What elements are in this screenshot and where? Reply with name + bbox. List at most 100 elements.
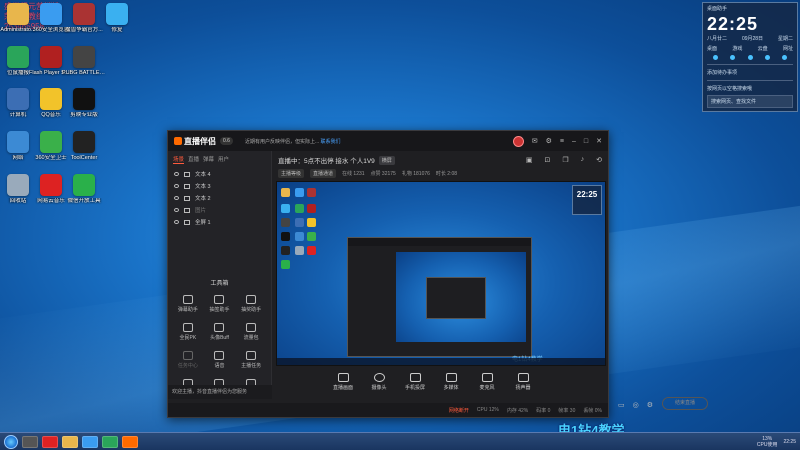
tool-item[interactable]: 全民PK — [172, 323, 204, 341]
taskbar-app-icon[interactable] — [62, 435, 78, 448]
widget-date-row: 八月廿二 09月28日 星期二 — [703, 35, 797, 42]
stat-gifts: 礼物 181076 — [401, 171, 430, 177]
logo-icon — [174, 137, 182, 145]
eye-icon[interactable] — [174, 172, 179, 176]
source-item[interactable]: 全屏 1 — [168, 216, 271, 228]
dot-icon[interactable] — [782, 55, 787, 60]
tool-item[interactable]: 抽奖助手 — [235, 295, 267, 313]
preview-desktop-icon — [307, 204, 316, 213]
preview-desktop-icon — [281, 246, 290, 255]
widget-link[interactable]: 桌面 — [707, 45, 717, 52]
control-button[interactable]: 手机投屏 — [404, 373, 426, 391]
start-button[interactable] — [4, 434, 18, 449]
camera-icon[interactable]: ▭ — [618, 401, 625, 409]
live-companion-window[interactable]: 直播伴侣 0.6 近期有用户反映伴侣，但实际上... 联系我们 ✉ ⚙ ≡ – … — [167, 130, 708, 418]
share-icon[interactable]: ⟲ — [596, 156, 602, 164]
room-tag[interactable]: 横屏 — [378, 155, 395, 165]
source-item[interactable]: 图片 — [168, 204, 271, 216]
tab-live[interactable]: 直播 — [188, 155, 199, 164]
widget-todo[interactable]: 添加待办事项 — [703, 68, 797, 77]
preview-desktop-icon — [281, 188, 290, 197]
notice-link[interactable]: 联系我们 — [321, 139, 341, 145]
record-icon[interactable]: ⊡ — [544, 156, 550, 164]
eye-icon[interactable] — [174, 184, 179, 188]
desktop-widget[interactable]: 桌面助手 22:25 八月廿二 09月28日 星期二 桌面 游戏 云盘 网址 添… — [702, 2, 798, 112]
settings-icon[interactable]: ⚙ — [546, 137, 552, 145]
dot-icon[interactable] — [713, 55, 718, 60]
eye-icon[interactable] — [174, 220, 179, 224]
titlebar[interactable]: 直播伴侣 0.6 近期有用户反映伴侣，但实际上... 联系我们 ✉ ⚙ ≡ – … — [168, 131, 608, 151]
cpu-label: CPU使用 — [756, 441, 778, 448]
toolbox-grid: 弹幕助手抽签助手抽奖助手全民PK头像Buff流量包任务中心语音主播任务投票礼物更… — [168, 287, 271, 397]
widget-link[interactable]: 游戏 — [732, 45, 742, 52]
control-button[interactable]: 摄像头 — [368, 373, 390, 391]
tool-item[interactable]: 弹幕助手 — [172, 295, 204, 313]
avatar[interactable] — [512, 135, 524, 147]
source-item[interactable]: 文本 3 — [168, 180, 271, 192]
dot-icon[interactable] — [730, 55, 736, 60]
tool-item[interactable]: 抽签助手 — [204, 295, 236, 313]
tool-item[interactable]: 主播任务 — [235, 351, 267, 369]
tab-danmu[interactable]: 弹幕 — [203, 155, 214, 164]
taskbar-app-icon[interactable] — [102, 435, 118, 448]
desktop-icon-label: 剪映专业版 — [70, 112, 98, 118]
app-icon — [106, 3, 128, 25]
maximize-icon[interactable]: □ — [584, 138, 588, 145]
close-icon[interactable]: ✕ — [596, 137, 602, 145]
widget-link[interactable]: 网址 — [783, 45, 793, 52]
dot-icon[interactable] — [747, 55, 753, 60]
widget-search-input[interactable]: 搜索网页、查找文件 — [707, 95, 793, 108]
eye-icon[interactable] — [174, 208, 179, 212]
control-button[interactable]: 直播画面 — [332, 373, 354, 391]
taskbar-app-icon[interactable] — [42, 435, 58, 448]
control-button[interactable]: 多媒体 — [440, 373, 462, 391]
taskbar-app-icon[interactable] — [22, 435, 38, 448]
desktop-icon[interactable]: PUBG BATTLEGR... — [62, 46, 106, 77]
dot-icon[interactable] — [764, 55, 770, 60]
tool-item[interactable]: 任务中心 — [172, 351, 204, 369]
desktop-icon[interactable]: 修复 — [95, 3, 139, 34]
desktop-icon[interactable]: ToolCenter — [62, 131, 106, 162]
gear-icon[interactable]: ⚙ — [647, 401, 653, 409]
source-label: 全屏 1 — [195, 220, 211, 226]
preview-desktop-icon — [295, 218, 304, 227]
tool-item[interactable]: 头像Buff — [204, 323, 236, 341]
status-metrics: 网络断开 CPU 12% 内存 42% 码率 0 帧率 30 丢帧 0% — [449, 407, 602, 414]
tool-icon — [214, 323, 225, 332]
effects-icon[interactable]: ◎ — [633, 401, 639, 409]
preview-desktop-icon — [281, 232, 290, 241]
tool-item[interactable]: 流量包 — [235, 323, 267, 341]
widget-lunar: 八月廿二 — [707, 36, 728, 42]
eye-icon[interactable] — [174, 196, 179, 200]
stat-duration: 时长 2:08 — [435, 171, 458, 177]
minimize-icon[interactable]: – — [572, 138, 576, 145]
tool-icon — [182, 323, 193, 332]
message-icon[interactable]: ✉ — [532, 137, 538, 145]
control-icon — [481, 373, 493, 382]
source-item[interactable]: 文本 4 — [168, 168, 271, 180]
tab-users[interactable]: 用户 — [218, 155, 229, 164]
desktop-icon[interactable]: 剪映专业版 — [62, 88, 106, 119]
layout-icon[interactable]: ▣ — [526, 156, 533, 164]
copy-icon[interactable]: ❐ — [562, 156, 568, 164]
widget-link[interactable]: 云盘 — [758, 45, 768, 52]
tool-item[interactable]: 语音 — [204, 351, 236, 369]
stream-preview[interactable]: 22:25 电1钻4教学 — [276, 181, 606, 366]
tool-icon — [246, 295, 257, 304]
tab-scenes[interactable]: 场景 — [173, 155, 185, 164]
level-pill[interactable]: 主播等级 — [278, 169, 305, 178]
control-button[interactable]: 麦克风 — [476, 373, 498, 391]
bell-icon[interactable]: ♪ — [581, 156, 585, 164]
taskbar-app-icon[interactable] — [122, 435, 138, 448]
taskbar-app-icon[interactable] — [82, 435, 98, 448]
control-button[interactable]: 扬声器 — [512, 373, 534, 391]
preview-desktop-icon — [307, 218, 316, 227]
control-label: 手机投屏 — [404, 385, 425, 391]
channel-pill[interactable]: 直播通道 — [310, 169, 337, 178]
menu-icon[interactable]: ≡ — [560, 138, 564, 145]
control-label: 直播画面 — [332, 385, 353, 391]
tray-time[interactable]: 22:25 — [783, 439, 796, 445]
source-item[interactable]: 文本 2 — [168, 192, 271, 204]
desktop-icon[interactable]: 微信开放工具 — [62, 174, 106, 205]
end-live-button[interactable]: 结束直播 — [662, 397, 708, 410]
